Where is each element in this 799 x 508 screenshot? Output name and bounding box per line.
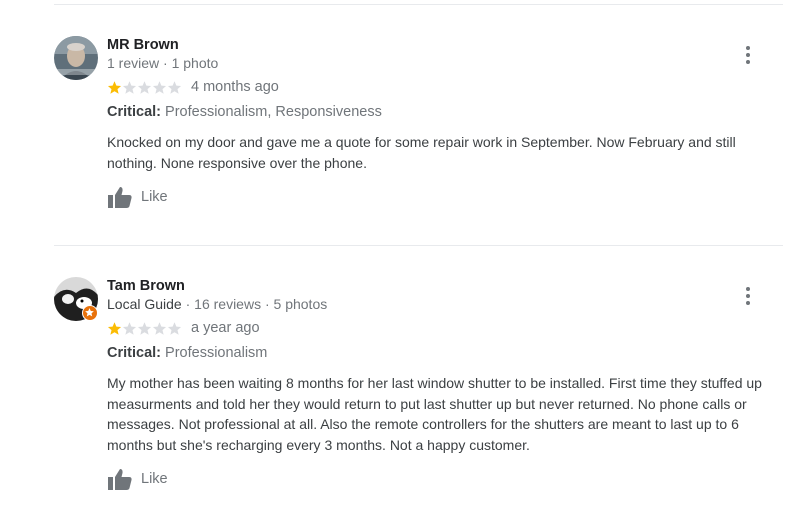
review-time: 4 months ago (191, 79, 279, 95)
reviewer-meta[interactable]: Local Guide · 16 reviews · 5 photos (107, 295, 786, 313)
star-rating (107, 80, 182, 95)
star-empty-icon (152, 80, 167, 94)
thumbs-up-icon[interactable] (107, 185, 133, 209)
critical-label: Critical: (107, 104, 161, 120)
critical-attributes: Critical: Professionalism (107, 343, 786, 363)
critical-items: Professionalism, Responsiveness (165, 104, 382, 120)
top-divider (54, 4, 783, 5)
star-filled-icon (107, 80, 122, 94)
critical-attributes: Critical: Professionalism, Responsivenes… (107, 102, 786, 122)
like-button[interactable]: Like (107, 466, 786, 492)
star-rating (107, 321, 182, 336)
more-vert-icon[interactable] (740, 44, 756, 66)
like-label[interactable]: Like (141, 189, 168, 205)
rating-row: 4 months ago (107, 75, 786, 99)
review-text: My mother has been waiting 8 months for … (107, 375, 762, 453)
more-vert-icon[interactable] (740, 285, 756, 307)
avatar[interactable] (54, 36, 98, 80)
star-empty-icon (122, 321, 137, 335)
reviewer-name[interactable]: MR Brown (107, 36, 786, 54)
like-label[interactable]: Like (141, 471, 168, 487)
review-text: Knocked on my door and gave me a quote f… (107, 134, 736, 171)
reviewer-meta[interactable]: 1 review · 1 photo (107, 54, 786, 72)
star-empty-icon (137, 80, 152, 94)
review-counts: · 16 reviews · 5 photos (185, 296, 328, 312)
star-filled-icon (107, 321, 122, 335)
star-empty-icon (152, 321, 167, 335)
rating-row: a year ago (107, 316, 786, 340)
critical-label: Critical: (107, 345, 161, 361)
star-empty-icon (167, 80, 182, 94)
star-empty-icon (167, 321, 182, 335)
local-guide-label: Local Guide (107, 296, 182, 312)
critical-items: Professionalism (165, 345, 268, 361)
star-empty-icon (137, 321, 152, 335)
reviewer-name[interactable]: Tam Brown (107, 277, 786, 295)
review-time: a year ago (191, 320, 260, 336)
thumbs-up-icon[interactable] (107, 467, 133, 491)
local-guide-badge-icon (82, 305, 98, 321)
review-divider (54, 245, 783, 246)
star-empty-icon (122, 80, 137, 94)
like-button[interactable]: Like (107, 184, 786, 210)
